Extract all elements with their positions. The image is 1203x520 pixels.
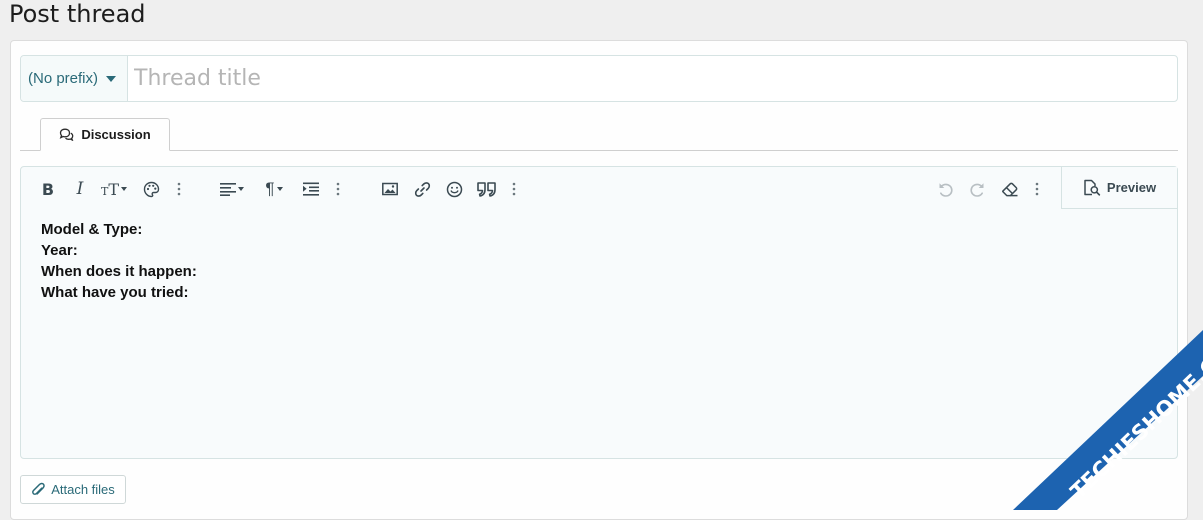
more-vertical-icon bbox=[177, 182, 181, 196]
bold-button[interactable]: B bbox=[39, 178, 57, 200]
template-line-year: Year: bbox=[41, 242, 78, 259]
preview-icon bbox=[1084, 179, 1101, 196]
font-size-button[interactable]: TT bbox=[97, 178, 131, 200]
rich-text-editor: B I TT ¶ Preview Model & Type: Year: Whe… bbox=[20, 166, 1178, 459]
smiley-icon bbox=[446, 181, 462, 197]
align-button[interactable] bbox=[217, 178, 247, 200]
more-vertical-icon bbox=[1035, 182, 1039, 196]
preview-button[interactable]: Preview bbox=[1061, 167, 1177, 209]
preview-label: Preview bbox=[1106, 180, 1157, 195]
tab-bar: Discussion bbox=[20, 118, 1178, 151]
insert-smilie-button[interactable] bbox=[444, 178, 464, 200]
thread-title-input[interactable] bbox=[128, 56, 1177, 101]
tab-discussion-label: Discussion bbox=[81, 127, 151, 142]
caret-down-icon bbox=[276, 187, 283, 191]
quote-icon bbox=[476, 181, 496, 197]
editor-toolbar: B I TT ¶ Preview bbox=[21, 167, 1177, 209]
page-title: Post thread bbox=[9, 0, 146, 28]
attach-files-button[interactable]: Attach files bbox=[20, 475, 126, 504]
color-palette-icon bbox=[143, 181, 159, 197]
caret-down-icon bbox=[106, 75, 117, 82]
undo-button[interactable] bbox=[935, 178, 955, 200]
editor-content[interactable]: Model & Type: Year: When does it happen:… bbox=[41, 219, 1157, 448]
insert-image-button[interactable] bbox=[380, 178, 400, 200]
more-options-button[interactable] bbox=[332, 178, 344, 200]
more-options-button[interactable] bbox=[508, 178, 520, 200]
template-line-tried: What have you tried: bbox=[41, 284, 189, 301]
quote-button[interactable] bbox=[475, 178, 497, 200]
tab-discussion[interactable]: Discussion bbox=[40, 118, 170, 151]
template-line-when: When does it happen: bbox=[41, 263, 197, 280]
more-options-button[interactable] bbox=[1031, 178, 1043, 200]
indent-button[interactable] bbox=[301, 178, 321, 200]
prefix-label: (No prefix) bbox=[28, 70, 99, 87]
link-icon bbox=[414, 181, 430, 197]
thread-title-row: (No prefix) bbox=[20, 55, 1178, 102]
attach-files-label: Attach files bbox=[51, 482, 115, 497]
more-vertical-icon bbox=[336, 182, 340, 196]
more-vertical-icon bbox=[512, 182, 516, 196]
image-icon bbox=[382, 182, 398, 196]
redo-button[interactable] bbox=[967, 178, 987, 200]
template-line-model: Model & Type: bbox=[41, 221, 143, 238]
align-left-icon bbox=[220, 183, 236, 196]
color-button[interactable] bbox=[141, 178, 161, 200]
undo-icon bbox=[939, 182, 953, 197]
caret-down-icon bbox=[238, 187, 244, 191]
italic-button[interactable]: I bbox=[71, 178, 89, 200]
italic-icon: I bbox=[76, 179, 84, 199]
indent-icon bbox=[303, 182, 319, 196]
prefix-dropdown[interactable]: (No prefix) bbox=[21, 56, 128, 101]
redo-icon bbox=[969, 182, 983, 197]
paragraph-button[interactable]: ¶ bbox=[259, 178, 289, 200]
caret-down-icon bbox=[121, 187, 127, 191]
font-size-icon: TT bbox=[100, 179, 119, 199]
paragraph-icon: ¶ bbox=[265, 179, 275, 198]
comments-icon bbox=[59, 128, 74, 141]
techieshome-watermark: TECHIESHOME.COM bbox=[1013, 330, 1203, 510]
more-options-button[interactable] bbox=[173, 178, 185, 200]
bold-icon: B bbox=[41, 179, 55, 199]
insert-link-button[interactable] bbox=[412, 178, 432, 200]
eraser-icon bbox=[1002, 182, 1018, 197]
paperclip-icon bbox=[32, 482, 45, 495]
remove-formatting-button[interactable] bbox=[1000, 178, 1020, 200]
